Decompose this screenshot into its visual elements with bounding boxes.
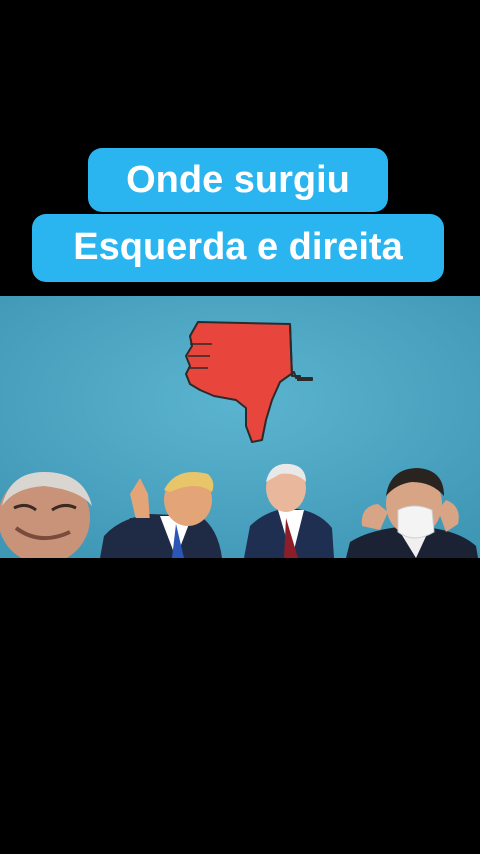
scene-image	[0, 296, 480, 558]
person-left	[0, 472, 92, 558]
caption: Onde surgiu Esquerda e direita	[0, 146, 480, 286]
caption-line-1: Onde surgiu	[88, 148, 388, 212]
caption-line-2: Esquerda e direita	[32, 214, 444, 282]
video-frame: Onde surgiu Esquerda e direita	[0, 0, 480, 854]
